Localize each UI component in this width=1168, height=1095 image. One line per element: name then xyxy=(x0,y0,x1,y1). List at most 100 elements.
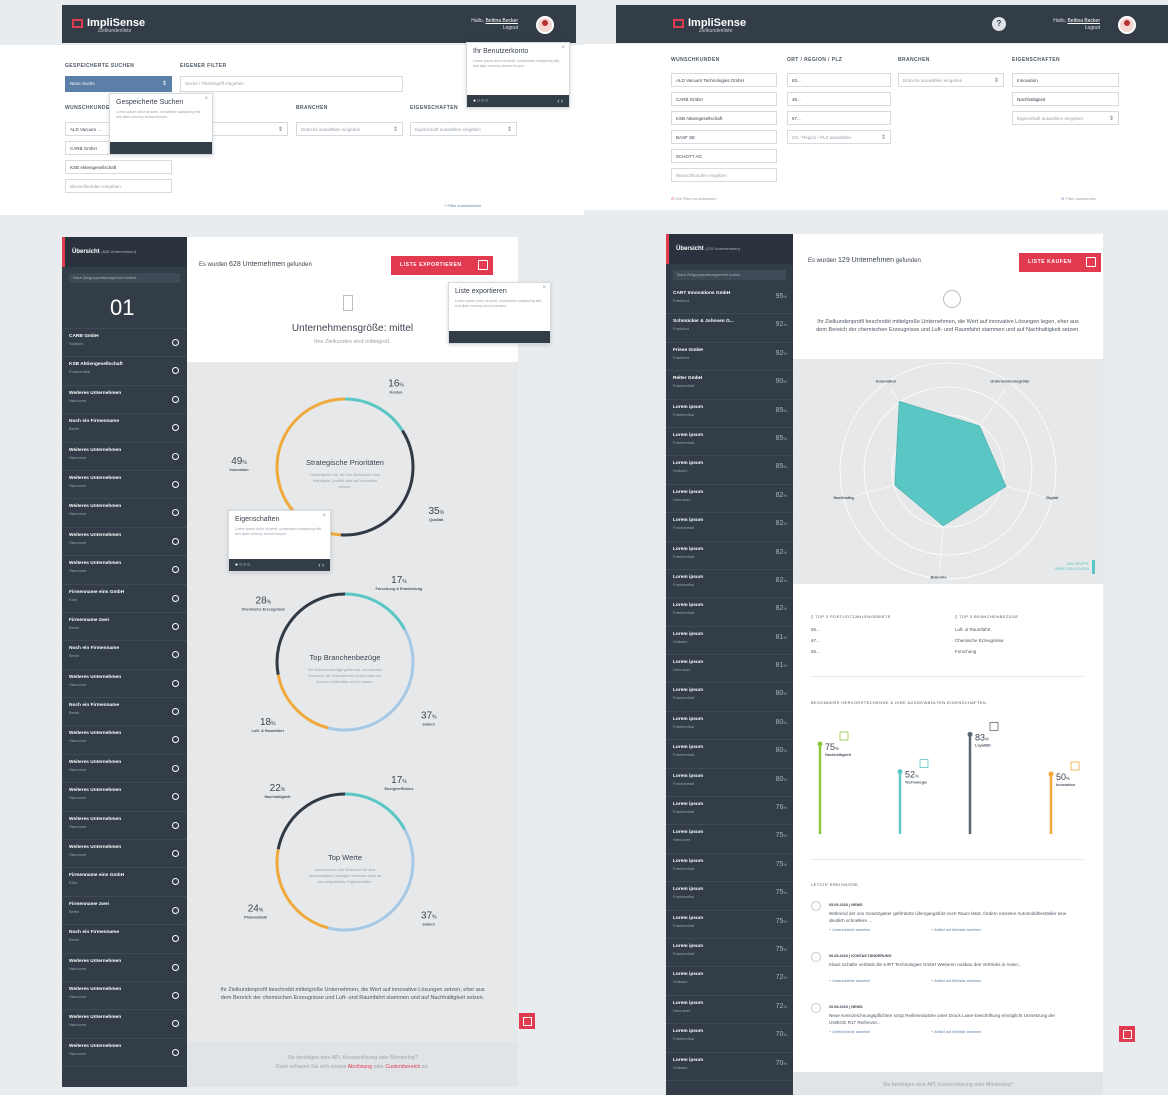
logout-link[interactable]: Logout xyxy=(503,25,518,31)
company-item[interactable]: Lorem ipsum Hannover 72% xyxy=(666,996,793,1025)
logo[interactable]: ImpliSense Zielkundenliste xyxy=(673,17,746,34)
wish-item[interactable]: KSB Aktiengesellschaft xyxy=(65,160,172,174)
saved-search-select[interactable]: Neue Suche ⇕ xyxy=(65,76,172,92)
company-item[interactable]: Weiteres Unternehmen Hannover xyxy=(62,471,187,500)
abo-link[interactable]: Abolösung xyxy=(348,1064,373,1070)
company-item[interactable]: Weiteres Unternehmen Hannover xyxy=(62,840,187,869)
company-item[interactable]: Noch ein Firmenname Berlin xyxy=(62,414,187,443)
close-icon[interactable]: × xyxy=(561,45,565,51)
company-item[interactable]: Firmenname zwei Berlin xyxy=(62,897,187,926)
close-icon[interactable]: × xyxy=(322,513,326,519)
event-website-link[interactable]: + Artikel auf Website ansehen xyxy=(931,1028,981,1036)
company-item[interactable]: Weiteres Unternehmen Hannover xyxy=(62,726,187,755)
company-item[interactable]: Relter GmbH Frankenthal 90% xyxy=(666,371,793,400)
company-item[interactable]: Lorem ipsum Hannover 82% xyxy=(666,485,793,514)
company-item[interactable]: Lorem ipsum Frankenthal 75% xyxy=(666,911,793,939)
floating-export-button[interactable] xyxy=(519,1013,535,1029)
property-item[interactable]: Innovation xyxy=(1012,73,1119,87)
company-item[interactable]: Lorem ipsum Hannover 75% xyxy=(666,825,793,854)
close-icon[interactable]: × xyxy=(542,285,546,291)
event-website-link[interactable]: + Artikel auf Website ansehen xyxy=(931,926,981,934)
custom-link[interactable]: Custombereich xyxy=(385,1064,420,1070)
company-item[interactable]: Weiteres Unternehmen Hannover xyxy=(62,528,187,557)
floating-cart-button[interactable] xyxy=(1119,1026,1135,1042)
company-item[interactable]: Firmenname eins GmbH Köln xyxy=(62,585,187,613)
sort-select[interactable]: Nach Zielgruppenbezogenheit sortiert xyxy=(69,273,180,283)
company-item[interactable]: Weiteres Unternehmen Hannover xyxy=(62,783,187,812)
wish-item[interactable]: SCHOTT AG xyxy=(671,149,777,163)
event-diff-link[interactable]: + Unterschiede ansehen xyxy=(829,1028,870,1036)
buy-list-button[interactable]: LISTE KAUFEN xyxy=(1019,253,1101,272)
company-item[interactable]: Lorem ipsum Solbach 85% xyxy=(666,456,793,485)
company-item[interactable]: Noch ein Firmenname Berlin xyxy=(62,925,187,954)
company-item[interactable]: Weiteres Unternehmen Hannover xyxy=(62,499,187,528)
company-item[interactable]: Weiteres Unternehmen Hannover xyxy=(62,982,187,1011)
user-menu[interactable]: Hallo, Bettina Becker Logout xyxy=(1053,18,1100,32)
company-item[interactable]: Lorem ipsum Frankenthal 75% xyxy=(666,854,793,883)
company-item[interactable]: Weiteres Unternehmen Hannover xyxy=(62,954,187,982)
pager-arrows[interactable]: ‹ › xyxy=(318,563,324,569)
avatar[interactable] xyxy=(1118,16,1136,34)
wish-item[interactable]: BASF SE xyxy=(671,130,777,144)
wish-item[interactable]: Wunschkunden eingeben xyxy=(65,179,172,193)
user-name-link[interactable]: Bettina Becker xyxy=(485,18,518,24)
sort-select[interactable]: Nach Zielgruppenbezogenheit sortiert xyxy=(673,270,786,280)
company-item[interactable]: Lorem ipsum Frankenthal 82% xyxy=(666,598,793,627)
reset-all-filters[interactable]: ⊖ Alle Filter zurücksetzen xyxy=(671,195,717,203)
company-item[interactable]: CART Innovations GmbH Frankfurt 95% xyxy=(666,286,793,315)
company-item[interactable]: Weiteres Unternehmen Hannover xyxy=(62,556,187,585)
property-select[interactable]: Eigenschaft auswählen eingeben ⇕ xyxy=(410,122,517,136)
company-item[interactable]: Friese GmbH Frankfurt 92% xyxy=(666,343,793,372)
logo[interactable]: ImpliSense Zielkundenliste xyxy=(72,17,145,34)
company-item[interactable]: Weiteres Unternehmen Hannover xyxy=(62,812,187,841)
overview-header[interactable]: Übersicht (628 Unternehmen) xyxy=(62,237,187,267)
company-item[interactable]: Lorem ipsum Frankenthal 82% xyxy=(666,542,793,570)
region-item[interactable]: Ort / Region / PLZ auswählen ⇕ xyxy=(787,130,891,144)
property-item[interactable]: Nachhaltigkeit xyxy=(1012,92,1119,106)
company-item[interactable]: Lorem ipsum Frankenthal 80% xyxy=(666,712,793,741)
company-item[interactable]: Weiteres Unternehmen Hannover xyxy=(62,443,187,471)
company-item[interactable]: Lorem ipsum Frankenthal 80% xyxy=(666,683,793,712)
wish-item[interactable]: Wunschkunden eingeben xyxy=(671,168,777,182)
event-diff-link[interactable]: + Unterschiede ansehen xyxy=(829,977,870,985)
company-item[interactable]: Lorem ipsum Frankenthal 75% xyxy=(666,882,793,911)
hide-filters-link[interactable]: ⊖ Filter ausblenden xyxy=(1061,195,1096,203)
overview-header[interactable]: Übersicht (129 Unternehmen) xyxy=(666,234,793,264)
close-icon[interactable]: × xyxy=(204,96,208,102)
region-item[interactable]: 45... xyxy=(787,92,891,106)
company-item[interactable]: Firmenname zwei Berlin xyxy=(62,613,187,642)
wish-item[interactable]: KSB Aktiengesellschaft xyxy=(671,111,777,125)
logout-link[interactable]: Logout xyxy=(1085,25,1100,31)
company-item[interactable]: Weiteres Unternehmen Hannover xyxy=(62,755,187,784)
company-item[interactable]: Lorem ipsum Solbach 70% xyxy=(666,1053,793,1081)
own-filter-input[interactable]: Suche / Filterbegriff eingeben xyxy=(180,76,403,92)
company-item[interactable]: Weiteres Unternehmen Hannover xyxy=(62,386,187,415)
help-icon[interactable]: ? xyxy=(992,17,1006,31)
user-name-link[interactable]: Bettina Becker xyxy=(1067,18,1100,24)
event-diff-link[interactable]: + Unterschiede ansehen xyxy=(829,926,870,934)
wish-item[interactable]: ALD Vacuum Technologies GmbH xyxy=(671,73,777,87)
company-item[interactable]: Lorem ipsum Frankenthal 76% xyxy=(666,797,793,826)
company-item[interactable]: Lorem ipsum Frankenthal 85% xyxy=(666,400,793,428)
company-item[interactable]: Lorem ipsum Frankenthal 80% xyxy=(666,740,793,769)
export-list-button[interactable]: LISTE EXPORTIEREN xyxy=(391,256,493,275)
pager-dots[interactable]: ●○○○ xyxy=(473,98,489,104)
branch-select[interactable]: Branche auswählen eingeben ⇕ xyxy=(898,73,1004,87)
property-item[interactable]: Eigenschaft auswählen eingeben ⇕ xyxy=(1012,111,1119,125)
company-item[interactable]: Noch ein Firmenname Berlin xyxy=(62,698,187,727)
company-item[interactable]: Lorem ipsum Frankenthal 80% xyxy=(666,769,793,798)
company-item[interactable]: Lorem ipsum Solbach 81% xyxy=(666,627,793,656)
company-item[interactable]: KSB Aktiengesellschaft Frankenthal xyxy=(62,357,187,386)
company-item[interactable]: Weiteres Unternehmen Hannover xyxy=(62,670,187,699)
event-website-link[interactable]: + Artikel auf Website ansehen xyxy=(931,977,981,985)
company-item[interactable]: Lorem ipsum Frankenthal 82% xyxy=(666,570,793,599)
company-item[interactable]: Firmenname eins GmbH Köln xyxy=(62,868,187,897)
company-item[interactable]: Lorem ipsum Solbach 72% xyxy=(666,967,793,996)
filter-reset-link[interactable]: + Filter zurücksetzen xyxy=(444,202,481,210)
company-item[interactable]: Weiteres Unternehmen Hannover xyxy=(62,1039,187,1068)
company-item[interactable]: Lorem ipsum Hannover 81% xyxy=(666,655,793,684)
company-item[interactable]: Noch ein Firmenname Berlin xyxy=(62,641,187,670)
user-menu[interactable]: Hallo, Bettina Becker Logout xyxy=(471,18,518,32)
branch-select[interactable]: Branche auswählen eingeben ⇕ xyxy=(296,122,403,136)
pager-dots[interactable]: ●○○○ xyxy=(235,562,251,568)
